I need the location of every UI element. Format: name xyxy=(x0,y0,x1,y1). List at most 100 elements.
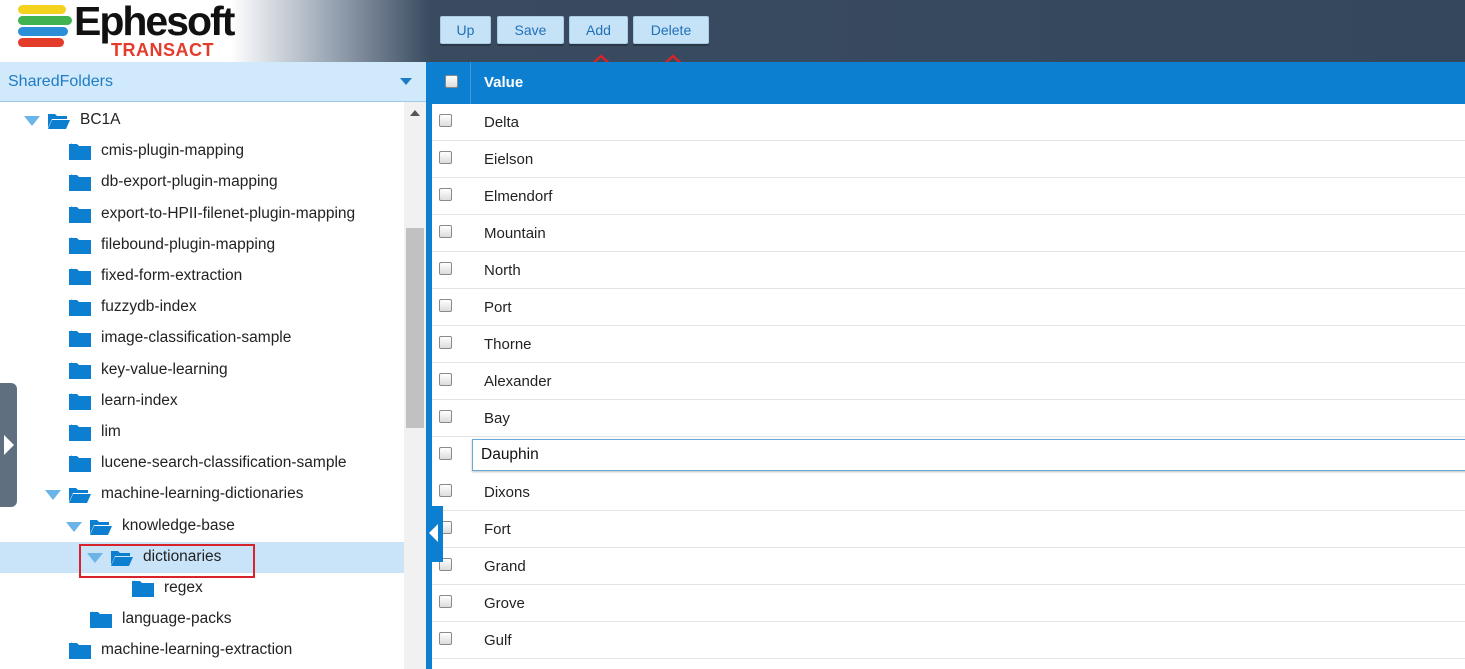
tree-item-label: machine-learning-extraction xyxy=(101,641,293,659)
tree-item-label: learn-index xyxy=(101,391,178,409)
selection-annotation-box xyxy=(79,544,255,578)
folder-icon xyxy=(69,362,91,379)
table-row[interactable]: Mountain xyxy=(432,215,1465,252)
table-row[interactable]: Delta xyxy=(432,104,1465,141)
tree-item[interactable]: machine-learning-dictionaries xyxy=(0,479,404,510)
row-value: Bay xyxy=(484,410,510,427)
folder-icon xyxy=(69,300,91,317)
tree-item[interactable]: key-value-learning xyxy=(0,355,404,386)
folder-icon xyxy=(69,643,91,660)
row-checkbox[interactable] xyxy=(439,151,452,164)
scroll-thumb[interactable] xyxy=(406,228,424,428)
row-value: Dixons xyxy=(484,484,530,501)
tree-item[interactable]: machine-learning-extraction xyxy=(0,635,404,666)
tree-item-label: fuzzydb-index xyxy=(101,298,197,316)
tree-item[interactable]: lim xyxy=(0,417,404,448)
folder-panel: SharedFolders BC1A cmis-plugin-mapping db-… xyxy=(0,62,426,669)
row-value: Gulf xyxy=(484,632,512,649)
table-row[interactable]: Grove xyxy=(432,585,1465,622)
tree-item[interactable]: fixed-form-extraction xyxy=(0,261,404,292)
row-checkbox[interactable] xyxy=(439,225,452,238)
add-button[interactable]: Add xyxy=(569,16,628,44)
table-row[interactable]: North xyxy=(432,252,1465,289)
folder-icon xyxy=(69,206,91,223)
folder-icon xyxy=(69,175,91,192)
folder-select-value: SharedFolders xyxy=(8,73,113,90)
app-window: Ephesoft TRANSACT Up Save Add Delete Sha… xyxy=(0,0,1465,669)
tree-item[interactable]: cmis-plugin-mapping xyxy=(0,136,404,167)
value-edit-input[interactable] xyxy=(472,439,1465,471)
folder-open-icon xyxy=(90,519,112,535)
tree-item-label: cmis-plugin-mapping xyxy=(101,142,245,160)
row-value: Alexander xyxy=(484,373,552,390)
row-checkbox[interactable] xyxy=(439,188,452,201)
row-checkbox[interactable] xyxy=(439,632,452,645)
tree-item-label: filebound-plugin-mapping xyxy=(101,235,276,253)
tree-expanded-chevron-icon[interactable] xyxy=(24,116,40,126)
row-checkbox[interactable] xyxy=(439,447,452,460)
chevron-down-icon[interactable] xyxy=(400,78,412,85)
table-row[interactable]: Eielson xyxy=(432,141,1465,178)
tree-item-label: db-export-plugin-mapping xyxy=(101,173,278,191)
table-row[interactable]: Fort xyxy=(432,511,1465,548)
row-checkbox[interactable] xyxy=(439,484,452,497)
tree-item-label: lim xyxy=(101,423,121,440)
folder-icon xyxy=(69,331,91,348)
folder-tree: BC1A cmis-plugin-mapping db-export-plugin-… xyxy=(0,102,404,669)
tree-item[interactable]: learn-index xyxy=(0,386,404,417)
tree-expanded-chevron-icon[interactable] xyxy=(45,490,61,501)
grid-header: Value xyxy=(432,62,1465,104)
tree-scrollbar[interactable] xyxy=(404,102,426,669)
tree-item[interactable]: db-export-plugin-mapping xyxy=(0,167,404,198)
table-row[interactable]: Alexander xyxy=(432,363,1465,400)
tree-item[interactable]: knowledge-base xyxy=(0,511,404,542)
row-checkbox[interactable] xyxy=(439,410,452,423)
tree-item-label: regex xyxy=(164,579,203,596)
table-row[interactable]: Thorne xyxy=(432,326,1465,363)
row-value: Grove xyxy=(484,595,525,612)
collapse-panel-tab[interactable] xyxy=(426,506,443,562)
tree-item[interactable]: filebound-plugin-mapping xyxy=(0,230,404,261)
up-button[interactable]: Up xyxy=(440,16,491,44)
scroll-up-icon[interactable] xyxy=(410,110,420,116)
tree-item-label: key-value-learning xyxy=(101,360,228,378)
row-value: Elmendorf xyxy=(484,188,553,205)
folder-icon xyxy=(69,393,91,410)
row-checkbox[interactable] xyxy=(439,373,452,386)
tree-item[interactable]: fuzzydb-index xyxy=(0,292,404,323)
tree-item-label: lucene-search-classification-sample xyxy=(101,454,347,472)
row-checkbox[interactable] xyxy=(439,262,452,275)
logo-stripes-icon xyxy=(18,5,72,51)
table-row[interactable]: Grand xyxy=(432,548,1465,585)
row-checkbox[interactable] xyxy=(439,336,452,349)
folder-select-dropdown[interactable]: SharedFolders xyxy=(0,62,426,102)
table-row[interactable]: Dixons xyxy=(432,474,1465,511)
select-all-checkbox[interactable] xyxy=(445,75,458,88)
tree-item[interactable]: language-packs xyxy=(0,604,404,635)
row-checkbox[interactable] xyxy=(439,114,452,127)
logo-product: TRANSACT xyxy=(111,40,214,60)
folder-icon xyxy=(69,237,91,254)
table-row[interactable]: Port xyxy=(432,289,1465,326)
tree-item[interactable]: export-to-HPII-filenet-plugin-mapping xyxy=(0,199,404,230)
table-row[interactable]: Elmendorf xyxy=(432,178,1465,215)
table-row[interactable]: Bay xyxy=(432,400,1465,437)
tree-expanded-chevron-icon[interactable] xyxy=(66,521,82,532)
tree-item[interactable]: image-classification-sample xyxy=(0,323,404,354)
ephesoft-logo: Ephesoft TRANSACT xyxy=(18,0,248,60)
tree-item[interactable]: BC1A xyxy=(0,105,404,136)
row-checkbox[interactable] xyxy=(439,299,452,312)
delete-button[interactable]: Delete xyxy=(633,16,709,44)
table-row[interactable] xyxy=(432,437,1465,474)
chevron-left-icon xyxy=(429,524,438,542)
table-row[interactable]: Gulf xyxy=(432,622,1465,659)
folder-open-icon xyxy=(69,488,91,504)
tree-item-label: BC1A xyxy=(80,111,121,128)
row-checkbox[interactable] xyxy=(439,595,452,608)
row-value: Eielson xyxy=(484,151,534,168)
tree-item[interactable]: lucene-search-classification-sample xyxy=(0,448,404,479)
save-button[interactable]: Save xyxy=(497,16,564,44)
column-header-value[interactable]: Value xyxy=(484,74,523,91)
folder-icon xyxy=(69,425,91,441)
expand-side-panel-tab[interactable] xyxy=(0,383,17,507)
